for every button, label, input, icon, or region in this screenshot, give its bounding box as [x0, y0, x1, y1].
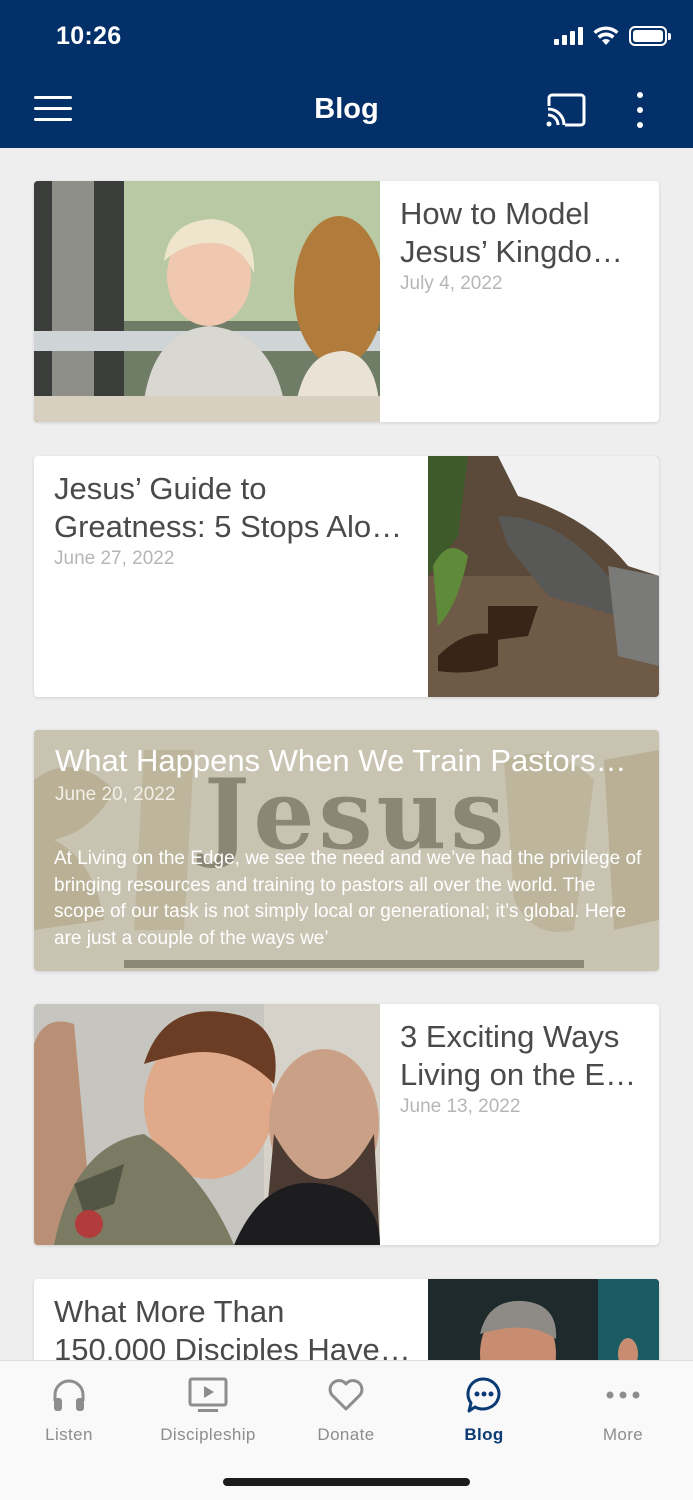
post-title: Jesus’ Guide to Greatness: 5 Stops Alo…	[54, 471, 403, 544]
cast-icon[interactable]	[545, 92, 587, 128]
post-title: 3 Exciting Ways Living on the E…	[400, 1019, 637, 1092]
post-title: What Happens When We Train Pastors…	[55, 743, 627, 778]
post-thumbnail	[428, 456, 659, 697]
cellular-signal-icon	[554, 27, 583, 45]
ellipsis-icon	[606, 1391, 640, 1399]
more-options-button[interactable]	[630, 92, 650, 130]
page-title: Blog	[314, 93, 379, 125]
tab-label: Discipleship	[160, 1425, 256, 1444]
tab-label: Listen	[45, 1425, 93, 1444]
post-text: What More Than 150,000 Disciples Have…	[54, 1293, 424, 1369]
post-thumbnail	[34, 1004, 380, 1245]
blog-card[interactable]: Jesus’ Guide to Greatness: 5 Stops Alo… …	[34, 456, 659, 697]
post-text: 3 Exciting Ways Living on the E… June 13…	[400, 1018, 645, 1118]
tab-listen[interactable]: Listen	[0, 1375, 138, 1445]
status-icons	[554, 26, 671, 46]
post-text: Jesus’ Guide to Greatness: 5 Stops Alo… …	[54, 470, 424, 570]
status-time: 10:26	[56, 22, 122, 50]
home-indicator	[223, 1478, 470, 1486]
featured-blog-card[interactable]: Jesus What Happens When We Train Pastors…	[34, 730, 659, 971]
tab-discipleship[interactable]: Discipleship	[139, 1375, 277, 1445]
post-excerpt: At Living on the Edge, we see the need a…	[54, 848, 642, 949]
post-date: June 20, 2022	[55, 784, 176, 805]
blog-card[interactable]: How to Model Jesus’ Kingdo… July 4, 2022	[34, 181, 659, 422]
tab-label: More	[602, 1425, 644, 1444]
post-text: How to Model Jesus’ Kingdo… July 4, 2022	[400, 195, 645, 295]
chat-bubble-icon	[466, 1377, 501, 1413]
tab-label: Blog	[464, 1425, 504, 1444]
video-screen-icon	[188, 1377, 228, 1412]
tab-donate[interactable]: Donate	[277, 1375, 415, 1445]
heart-icon	[328, 1379, 364, 1411]
blog-card[interactable]: 3 Exciting Ways Living on the E… June 13…	[34, 1004, 659, 1245]
post-thumbnail	[34, 181, 380, 422]
post-title: What More Than 150,000 Disciples Have…	[54, 1294, 411, 1367]
headphones-icon	[53, 1379, 85, 1411]
post-date: July 4, 2022	[400, 273, 503, 294]
post-date: June 27, 2022	[54, 548, 175, 569]
battery-icon	[629, 26, 671, 46]
post-date: June 13, 2022	[400, 1096, 521, 1117]
post-title: How to Model Jesus’ Kingdo…	[400, 196, 623, 269]
wifi-icon	[593, 26, 619, 45]
tab-blog[interactable]: Blog	[415, 1375, 553, 1445]
app-header: 10:26 Blog	[0, 0, 693, 148]
tab-more[interactable]: More	[554, 1375, 692, 1445]
tab-label: Donate	[317, 1425, 375, 1444]
